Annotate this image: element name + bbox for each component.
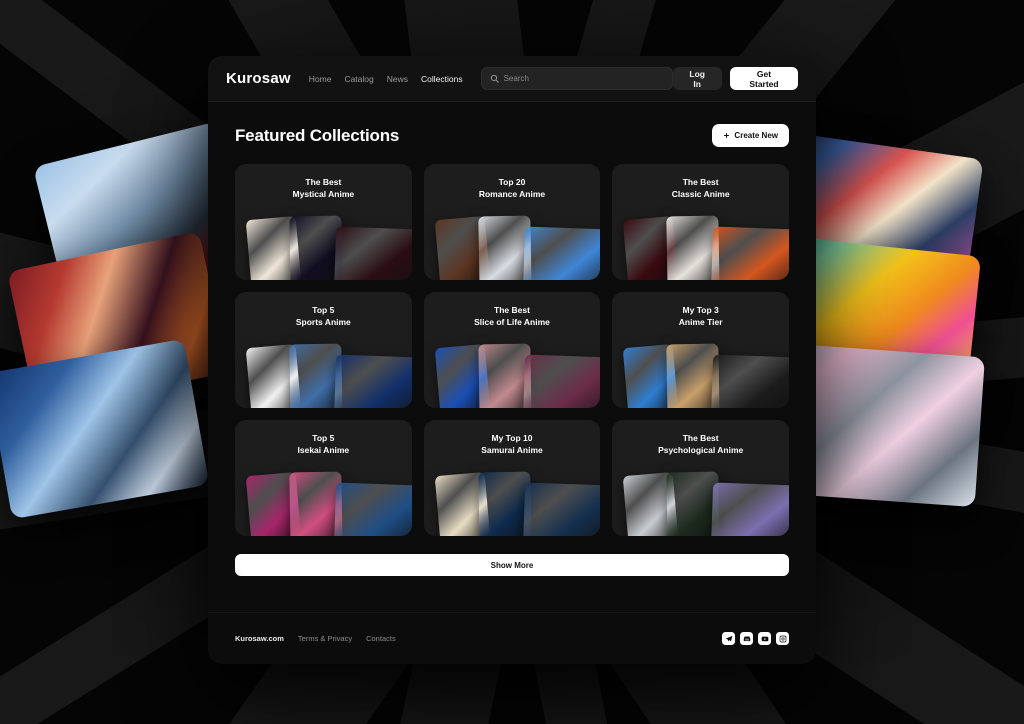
page-content: Featured Collections Create New The Best… <box>208 102 816 664</box>
footer-link-terms[interactable]: Terms & Privacy <box>298 634 352 643</box>
poster-stack <box>612 334 789 408</box>
collection-title: My Top 3 Anime Tier <box>612 304 789 328</box>
collection-title-line1: Top 20 <box>498 177 526 187</box>
footer-link-contacts[interactable]: Contacts <box>366 634 396 643</box>
nav-item-collections[interactable]: Collections <box>421 74 463 84</box>
collection-title: My Top 10 Samurai Anime <box>424 432 601 456</box>
plus-icon <box>724 132 730 139</box>
top-navigation-bar: Kurosaw Home Catalog News Collections Se… <box>208 56 816 102</box>
poster-thumbnail <box>333 482 412 536</box>
poster-thumbnail <box>522 226 601 280</box>
collection-title: The Best Mystical Anime <box>235 176 412 200</box>
app-root: Kurosaw Home Catalog News Collections Se… <box>0 0 1024 724</box>
poster-thumbnail <box>522 354 601 408</box>
collection-title-line2: Psychological Anime <box>658 445 744 456</box>
poster-thumbnail <box>711 226 789 280</box>
nav-item-news[interactable]: News <box>387 74 408 84</box>
collection-card[interactable]: My Top 3 Anime Tier <box>612 292 789 408</box>
page-header-row: Featured Collections Create New <box>235 124 789 147</box>
footer-links: Kurosaw.com Terms & Privacy Contacts <box>235 634 396 643</box>
collections-grid: The Best Mystical Anime Top 20 Romance Anim… <box>235 164 789 536</box>
footer: Kurosaw.com Terms & Privacy Contacts <box>208 612 816 664</box>
collection-title-line1: Top 5 <box>312 433 335 443</box>
log-in-button[interactable]: Log In <box>672 67 722 90</box>
poster-stack <box>424 462 601 536</box>
nav-item-home[interactable]: Home <box>309 74 332 84</box>
poster-thumbnail <box>333 354 412 408</box>
collection-title-line2: Samurai Anime <box>481 445 543 456</box>
collection-card[interactable]: Top 5 Sports Anime <box>235 292 412 408</box>
app-window: Kurosaw Home Catalog News Collections Se… <box>208 56 816 664</box>
poster-stack <box>612 206 789 280</box>
poster-thumbnail <box>711 482 789 536</box>
collection-card[interactable]: The Best Psychological Anime <box>612 420 789 536</box>
collection-title: Top 20 Romance Anime <box>424 176 601 200</box>
poster-thumbnail <box>711 354 789 408</box>
search-bar[interactable]: Search <box>480 67 673 90</box>
footer-site-label[interactable]: Kurosaw.com <box>235 634 284 643</box>
collection-title-line1: My Top 10 <box>491 433 533 443</box>
collection-title-line1: The Best <box>682 177 719 187</box>
telegram-icon[interactable] <box>722 632 735 645</box>
collection-card[interactable]: Top 5 Isekai Anime <box>235 420 412 536</box>
collection-title: The Best Slice of Life Anime <box>424 304 601 328</box>
poster-stack <box>424 334 601 408</box>
collection-title-line2: Mystical Anime <box>292 189 355 200</box>
collection-title-line2: Sports Anime <box>295 317 351 328</box>
collection-title-line1: The Best <box>494 305 530 315</box>
collection-title-line1: Top 5 <box>312 305 335 315</box>
auth-actions: Log In Get Started <box>672 67 798 90</box>
page-title: Featured Collections <box>235 125 400 145</box>
collection-title-line1: The Best <box>682 433 719 443</box>
poster-stack <box>235 206 412 280</box>
collection-card[interactable]: The Best Slice of Life Anime <box>423 292 601 408</box>
search-icon <box>490 70 499 88</box>
poster-stack <box>235 334 412 408</box>
poster-stack <box>424 206 601 280</box>
collection-title-line2: Anime Tier <box>678 317 723 328</box>
poster-thumbnail <box>522 482 601 536</box>
poster-thumbnail <box>333 226 412 280</box>
collection-title: The Best Psychological Anime <box>612 432 789 456</box>
instagram-icon[interactable] <box>776 632 789 645</box>
show-more-button[interactable]: Show More <box>235 554 789 576</box>
collection-title-line2: Classic Anime <box>671 189 730 200</box>
collection-card[interactable]: The Best Mystical Anime <box>235 164 412 280</box>
create-new-label: Create New <box>734 131 778 140</box>
collection-card[interactable]: Top 20 Romance Anime <box>423 164 601 280</box>
collection-title-line2: Isekai Anime <box>297 445 350 456</box>
youtube-icon[interactable] <box>758 632 771 645</box>
get-started-button[interactable]: Get Started <box>729 67 798 90</box>
poster-stack <box>235 462 412 536</box>
footer-social <box>722 632 789 645</box>
collection-card[interactable]: My Top 10 Samurai Anime <box>423 420 601 536</box>
collection-title-line1: The Best <box>305 177 342 187</box>
create-new-button[interactable]: Create New <box>712 124 789 147</box>
brand-logo[interactable]: Kurosaw <box>226 70 291 87</box>
collection-title: Top 5 Sports Anime <box>235 304 412 328</box>
collection-card[interactable]: The Best Classic Anime <box>612 164 789 280</box>
collection-title: Top 5 Isekai Anime <box>235 432 412 456</box>
collection-title: The Best Classic Anime <box>612 176 789 200</box>
collection-title-line2: Romance Anime <box>478 189 546 200</box>
main-nav: Home Catalog News Collections <box>309 74 463 84</box>
poster-blue-action <box>0 338 210 520</box>
discord-icon[interactable] <box>740 632 753 645</box>
nav-item-catalog[interactable]: Catalog <box>344 74 373 84</box>
collection-title-line2: Slice of Life Anime <box>474 317 550 328</box>
collection-title-line1: My Top 3 <box>682 305 719 315</box>
search-placeholder: Search <box>503 74 529 83</box>
poster-stack <box>612 462 789 536</box>
